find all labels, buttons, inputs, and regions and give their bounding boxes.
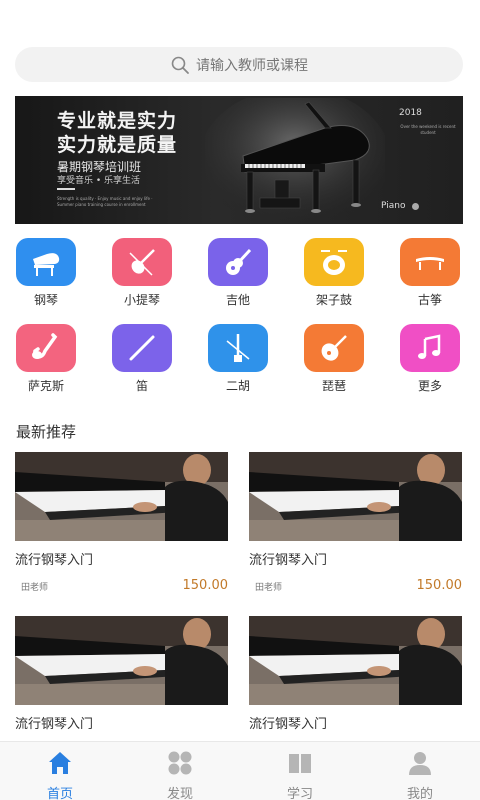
guzheng-icon [400, 238, 460, 286]
piano-player-image [15, 616, 228, 705]
book-icon [289, 754, 311, 773]
category-guitar[interactable]: 吉他 [198, 238, 278, 308]
category-label: 萨克斯 [27, 379, 64, 393]
category-label: 琵琶 [321, 379, 346, 393]
course-price: 150.00 [182, 578, 229, 593]
category-label: 小提琴 [123, 293, 160, 307]
category-pipa[interactable]: 琵琶 [294, 324, 374, 394]
erhu-icon [208, 324, 268, 372]
user-icon [409, 752, 431, 775]
category-erhu[interactable]: 二胡 [198, 324, 278, 394]
teacher-name: 田老师 [255, 583, 283, 593]
banner-right-english: Over the weekend is recent student [400, 124, 456, 135]
category-saxophone[interactable]: 萨克斯 [6, 324, 86, 394]
category-label: 笛 [135, 379, 148, 393]
flute-icon [112, 324, 172, 372]
course-title: 流行钢琴入门 [15, 717, 94, 732]
app-home-screen: 请输入教师或课程 专业就是实力 实力就是质量 暑期钢琴培训班 享受音乐 • 乐享… [0, 0, 480, 800]
grand-piano-image [205, 98, 385, 222]
course-card[interactable]: 流行钢琴入门 田老师 150.00 [15, 452, 228, 596]
tab-study[interactable]: 学习 [240, 742, 360, 800]
tab-label: 学习 [286, 787, 313, 800]
tab-label: 首页 [46, 787, 73, 800]
tab-label: 发现 [166, 787, 193, 800]
piano-player-image [249, 452, 462, 541]
banner-small-english: Strength is quality · Enjoy music and en… [57, 196, 153, 207]
course-thumbnail [15, 616, 228, 705]
section-title-latest: 最新推荐 [16, 423, 77, 441]
teacher-name: 田老师 [21, 583, 49, 593]
guitar-icon [208, 238, 268, 286]
category-violin[interactable]: 小提琴 [102, 238, 182, 308]
violin-icon [112, 238, 172, 286]
banner-headline-1: 专业就是实力 [57, 110, 178, 132]
category-piano[interactable]: 钢琴 [6, 238, 86, 308]
course-card[interactable]: 流行钢琴入门 田老师 150.00 [249, 452, 462, 596]
category-label: 古筝 [417, 293, 442, 307]
category-guzheng[interactable]: 古筝 [390, 238, 470, 308]
home-icon [49, 752, 71, 774]
category-label: 钢琴 [33, 293, 58, 307]
course-thumbnail [249, 616, 462, 705]
piano-player-image [15, 452, 228, 541]
course-price: 150.00 [416, 578, 463, 593]
course-title: 流行钢琴入门 [249, 553, 328, 568]
banner-brand: Piano [381, 201, 406, 211]
course-card[interactable]: 流行钢琴入门 [249, 616, 462, 732]
bottom-tab-bar: 首页 发现 学习 我的 [0, 741, 480, 800]
category-label: 更多 [417, 379, 442, 393]
tab-discover[interactable]: 发现 [120, 742, 240, 800]
tab-home[interactable]: 首页 [0, 742, 120, 800]
tab-label: 我的 [406, 787, 433, 800]
category-label: 架子鼓 [315, 293, 352, 307]
category-flute[interactable]: 笛 [102, 324, 182, 394]
category-label: 吉他 [225, 293, 250, 307]
course-title: 流行钢琴入门 [15, 553, 94, 568]
category-label: 二胡 [225, 379, 250, 393]
course-title: 流行钢琴入门 [249, 717, 328, 732]
category-more[interactable]: 更多 [390, 324, 470, 394]
category-drum[interactable]: 架子鼓 [294, 238, 374, 308]
course-card[interactable]: 流行钢琴入门 [15, 616, 228, 732]
piano-player-image [249, 616, 462, 705]
piano-icon [16, 238, 76, 286]
search-icon [171, 56, 189, 74]
pipa-icon [304, 324, 364, 372]
tab-mine[interactable]: 我的 [360, 742, 480, 800]
saxophone-icon [16, 324, 76, 372]
banner-divider [57, 188, 75, 190]
banner-brand-dot [412, 203, 419, 210]
banner-tagline: 享受音乐 • 乐享生活 [57, 176, 141, 186]
promo-banner[interactable]: 专业就是实力 实力就是质量 暑期钢琴培训班 享受音乐 • 乐享生活 Streng… [15, 96, 463, 224]
course-thumbnail [249, 452, 462, 541]
course-thumbnail [15, 452, 228, 541]
search-placeholder: 请输入教师或课程 [196, 57, 308, 74]
banner-headline-2: 实力就是质量 [57, 134, 178, 156]
discover-icon [168, 751, 192, 775]
search-bar[interactable]: 请输入教师或课程 [15, 47, 463, 82]
music-note-icon [400, 324, 460, 372]
banner-year: 2018 [399, 108, 422, 118]
drum-icon [304, 238, 364, 286]
